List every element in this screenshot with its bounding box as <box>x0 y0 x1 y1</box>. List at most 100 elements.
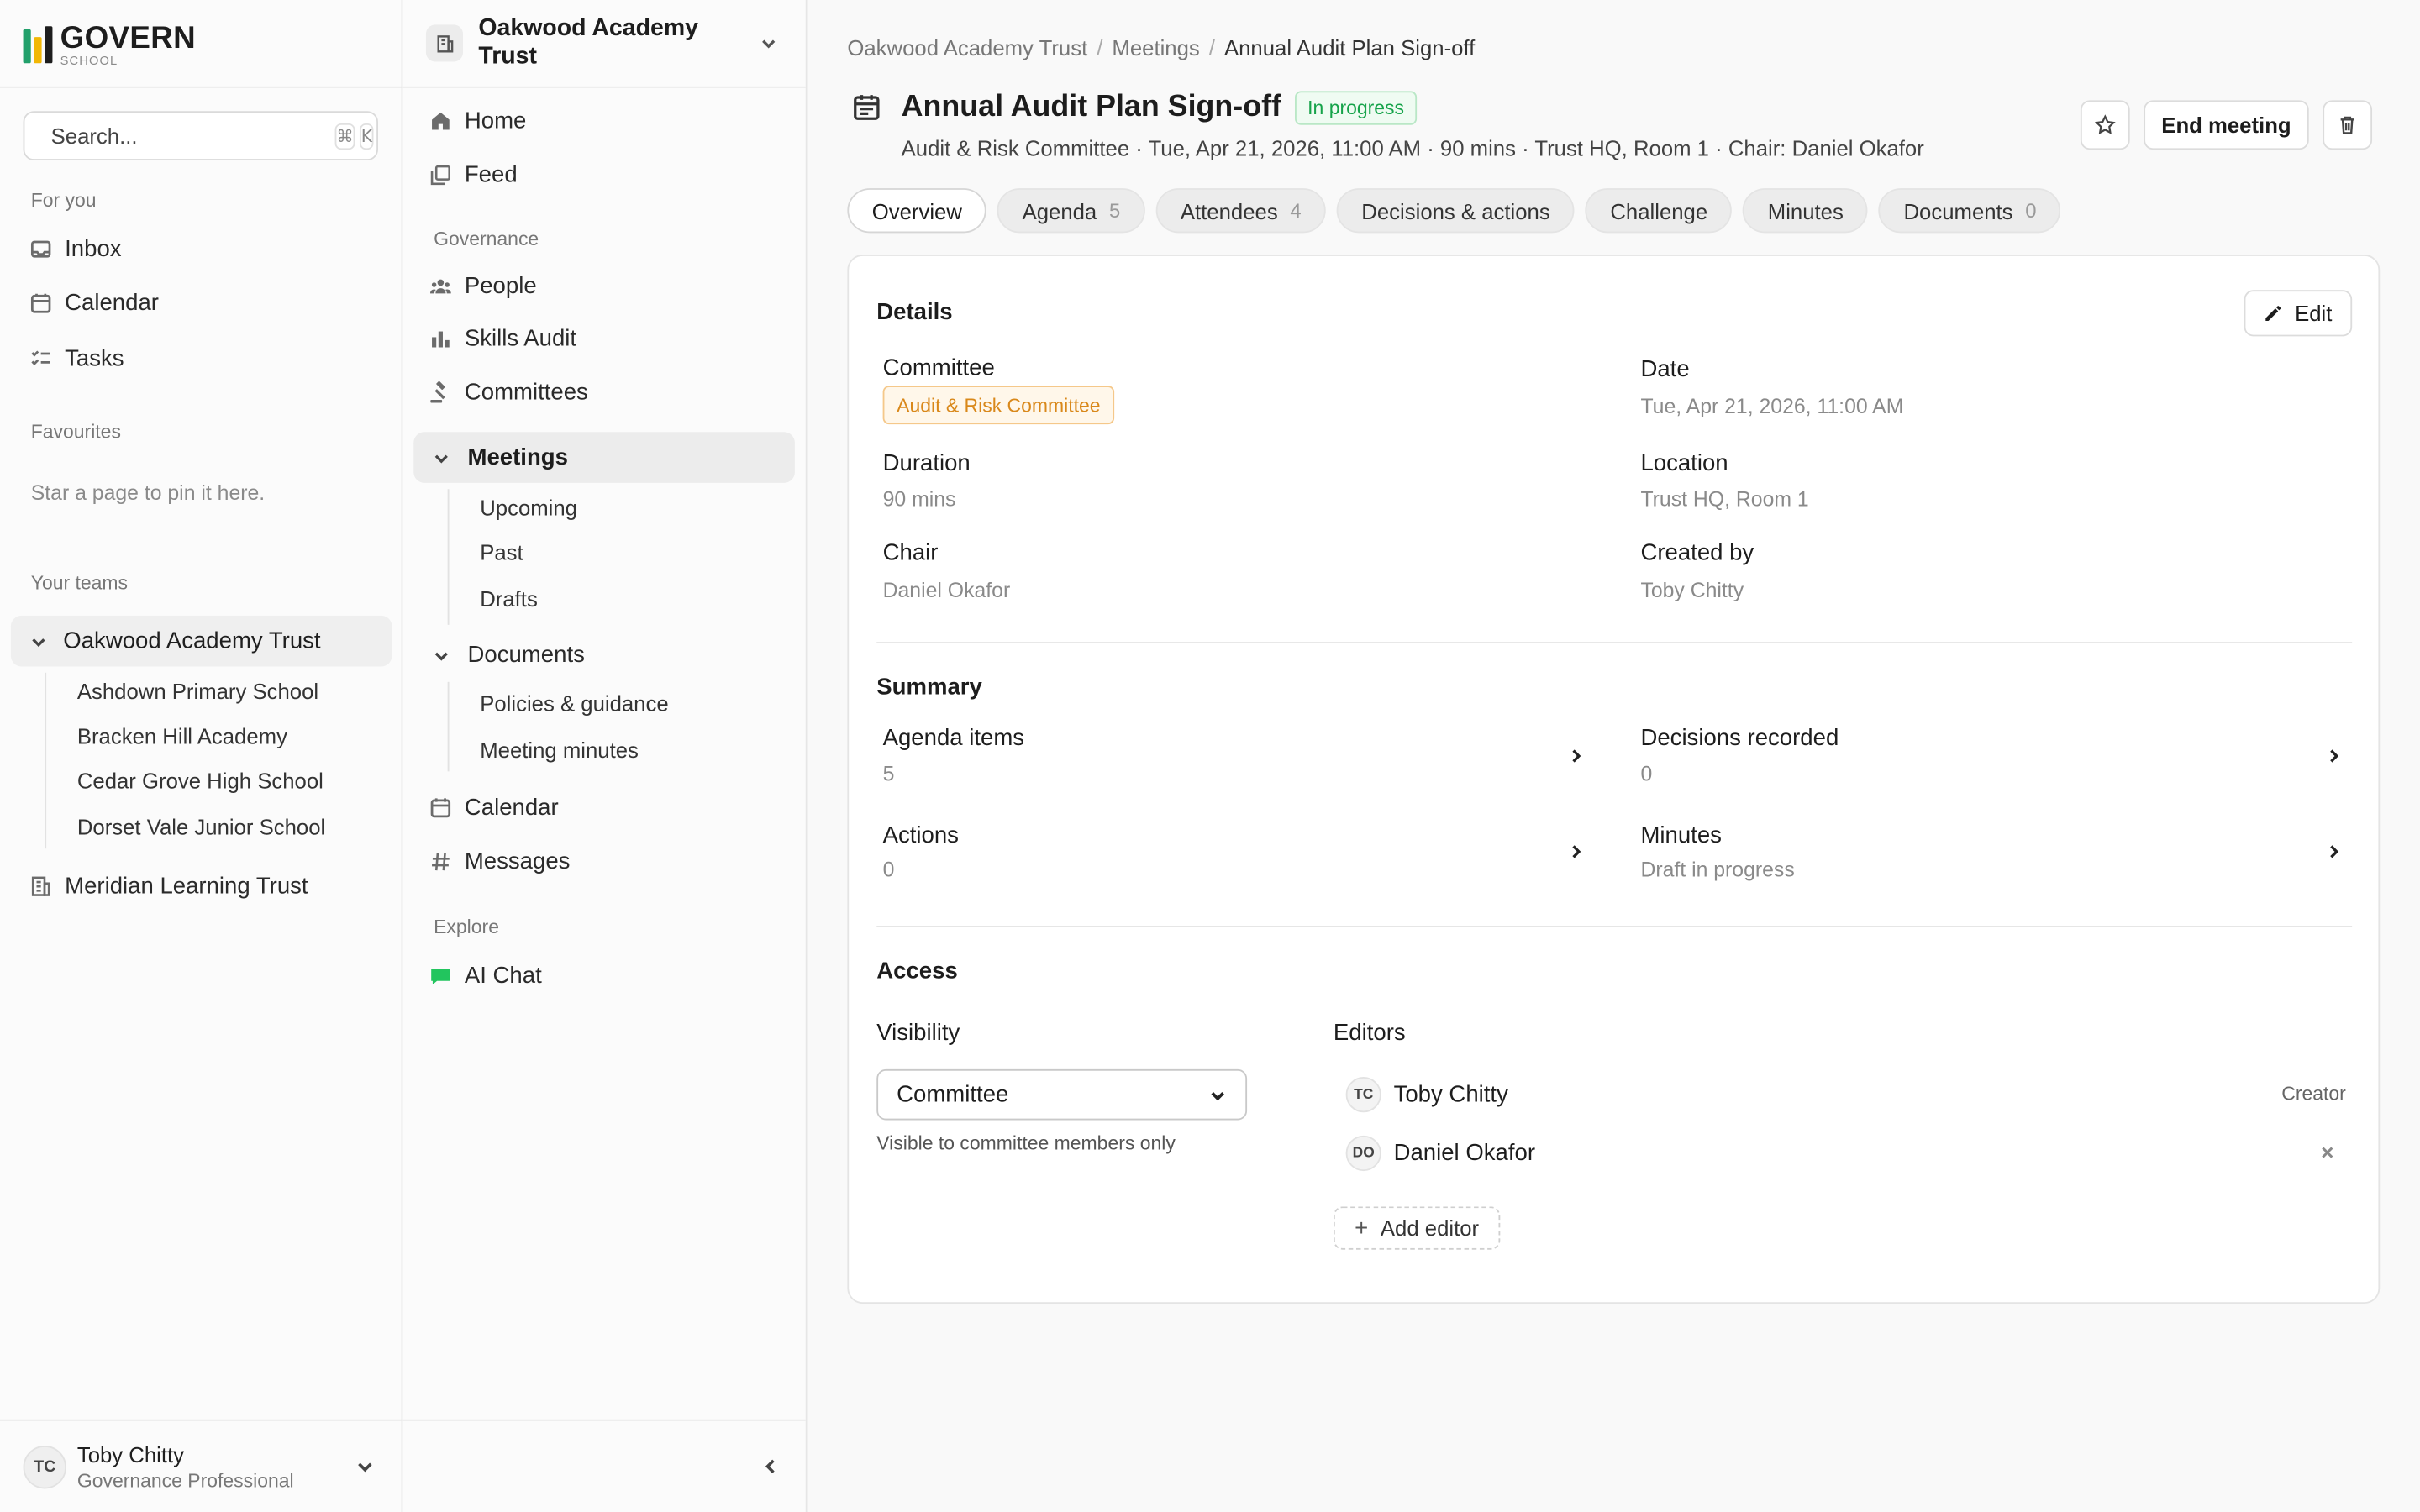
close-icon[interactable] <box>2318 1143 2337 1162</box>
nav-messages-label: Messages <box>464 848 571 874</box>
explore-label: Explore <box>434 916 499 938</box>
end-meeting-button[interactable]: End meeting <box>2144 100 2309 150</box>
visibility-help: Visible to committee members only <box>876 1132 1176 1154</box>
chat-icon <box>431 969 450 984</box>
breadcrumb-org[interactable]: Oakwood Academy Trust <box>847 35 1087 60</box>
nav-ai-chat[interactable]: AI Chat <box>429 953 542 996</box>
minutes-label: Minutes <box>1640 822 1722 849</box>
shortcut-mod: ⌘ <box>334 123 355 150</box>
nav-policies[interactable]: Policies & guidance <box>480 691 668 716</box>
favourite-button[interactable] <box>2080 100 2130 150</box>
avatar: TC <box>1345 1076 1381 1112</box>
governance-label: Governance <box>434 228 539 250</box>
breadcrumb-meetings[interactable]: Meetings <box>1112 35 1199 60</box>
tab-attendees[interactable]: Attendees 4 <box>1155 188 1327 234</box>
search-field[interactable]: ⌘ K <box>23 111 378 161</box>
secondary-sidebar: Oakwood Academy Trust Home Feed Governan… <box>402 0 808 1512</box>
chevron-down-icon <box>762 39 776 49</box>
chevron-down-icon[interactable] <box>355 1457 375 1477</box>
chevron-right-icon <box>2330 749 2339 763</box>
nav-people[interactable]: People <box>429 264 537 307</box>
editor-row: TC Toby Chitty Creator <box>1345 1074 2346 1114</box>
user-name: Toby Chitty <box>76 1442 185 1467</box>
team-oakwood-label: Oakwood Academy Trust <box>63 627 321 654</box>
status-badge: In progress <box>1295 90 1417 124</box>
team-meridian[interactable]: Meridian Learning Trust <box>29 864 308 907</box>
school-cedar-grove[interactable]: Cedar Grove High School <box>77 769 324 793</box>
chair-value: Daniel Okafor <box>882 578 1011 602</box>
org-switcher[interactable]: Oakwood Academy Trust <box>425 15 787 70</box>
chevron-left-icon[interactable] <box>761 1457 781 1477</box>
breadcrumb-current: Annual Audit Plan Sign-off <box>1223 35 1476 60</box>
brand-name: GOVERN <box>60 20 197 55</box>
nav-messages[interactable]: Messages <box>429 839 571 882</box>
tab-minutes[interactable]: Minutes <box>1743 188 1869 234</box>
building-icon <box>31 875 50 895</box>
tree-line <box>447 681 450 772</box>
divider <box>876 642 2353 643</box>
search-input[interactable] <box>50 123 331 149</box>
nav-calendar[interactable]: Calendar <box>29 281 159 323</box>
school-dorset-vale[interactable]: Dorset Vale Junior School <box>77 815 325 839</box>
tab-label: Challenge <box>1610 198 1708 223</box>
nav-tasks[interactable]: Tasks <box>29 336 124 379</box>
nav-documents[interactable]: Documents <box>432 642 585 668</box>
brand-logo[interactable]: GOVERN SCHOOL <box>23 20 197 68</box>
access-heading: Access <box>876 958 958 984</box>
location-value: Trust HQ, Room 1 <box>1640 487 1809 511</box>
chevron-right-icon <box>2330 845 2339 858</box>
nav-meetings-past[interactable]: Past <box>480 540 523 564</box>
page-title: Annual Audit Plan Sign-off <box>901 89 1281 123</box>
visibility-label: Visibility <box>876 1020 960 1047</box>
nav-feed-label: Feed <box>464 160 518 188</box>
actions-label: Actions <box>882 822 959 849</box>
nav-inbox[interactable]: Inbox <box>29 227 122 270</box>
school-ashdown[interactable]: Ashdown Primary School <box>77 679 318 703</box>
school-bracken-hill[interactable]: Bracken Hill Academy <box>77 723 287 748</box>
committee-tag[interactable]: Audit & Risk Committee <box>882 386 1115 425</box>
pencil-icon <box>2265 306 2281 322</box>
edit-button[interactable]: Edit <box>2244 290 2353 337</box>
tab-overview[interactable]: Overview <box>847 188 987 234</box>
calendar-icon <box>30 292 51 312</box>
chevron-down-icon <box>1211 1091 1224 1100</box>
user-menu[interactable]: TC Toby Chitty Governance Professional <box>0 1419 402 1512</box>
divider <box>402 86 806 88</box>
chevron-down-icon <box>434 651 448 660</box>
tree-line <box>447 489 450 625</box>
tab-bar: Overview Agenda 5 Attendees 4 Decisions & … <box>847 188 2061 234</box>
nav-feed[interactable]: Feed <box>429 153 518 196</box>
nav-skills-audit[interactable]: Skills Audit <box>429 317 576 360</box>
add-editor-button[interactable]: + Add editor <box>1333 1206 1501 1250</box>
delete-button[interactable] <box>2323 100 2373 150</box>
edit-label: Edit <box>2295 301 2333 326</box>
visibility-select[interactable]: Committee <box>876 1068 1248 1121</box>
visibility-value: Committee <box>897 1081 1009 1108</box>
date-label: Date <box>1640 356 1690 383</box>
divider <box>876 926 2353 927</box>
actions-value: 0 <box>882 858 895 881</box>
tab-challenge[interactable]: Challenge <box>1585 188 1733 234</box>
logo-bars-icon <box>23 26 53 64</box>
editor-role-badge: Creator <box>2281 1083 2346 1105</box>
chevron-down-icon <box>434 454 448 463</box>
org-name: Oakwood Academy Trust <box>478 15 698 70</box>
tab-label: Overview <box>871 198 962 223</box>
minutes-value: Draft in progress <box>1640 858 1795 881</box>
nav-meetings-drafts[interactable]: Drafts <box>480 586 538 611</box>
nav-meeting-minutes[interactable]: Meeting minutes <box>480 738 639 762</box>
nav-meetings[interactable]: Meetings <box>413 432 795 483</box>
team-oakwood[interactable]: Oakwood Academy Trust <box>10 615 392 667</box>
nav-calendar-label: Calendar <box>65 289 159 316</box>
nav-documents-label: Documents <box>467 642 585 669</box>
tab-decisions[interactable]: Decisions & actions <box>1336 188 1576 234</box>
star-icon <box>2094 114 2116 134</box>
nav-committees[interactable]: Committees <box>429 370 588 413</box>
nav-home[interactable]: Home <box>429 99 526 142</box>
tab-agenda[interactable]: Agenda 5 <box>997 188 1145 234</box>
nav-meetings-upcoming[interactable]: Upcoming <box>480 496 577 520</box>
nav-skills-audit-label: Skills Audit <box>464 324 577 351</box>
bar-chart-icon <box>432 330 450 347</box>
nav-calendar[interactable]: Calendar <box>429 785 559 828</box>
tab-documents[interactable]: Documents 0 <box>1879 188 2061 234</box>
